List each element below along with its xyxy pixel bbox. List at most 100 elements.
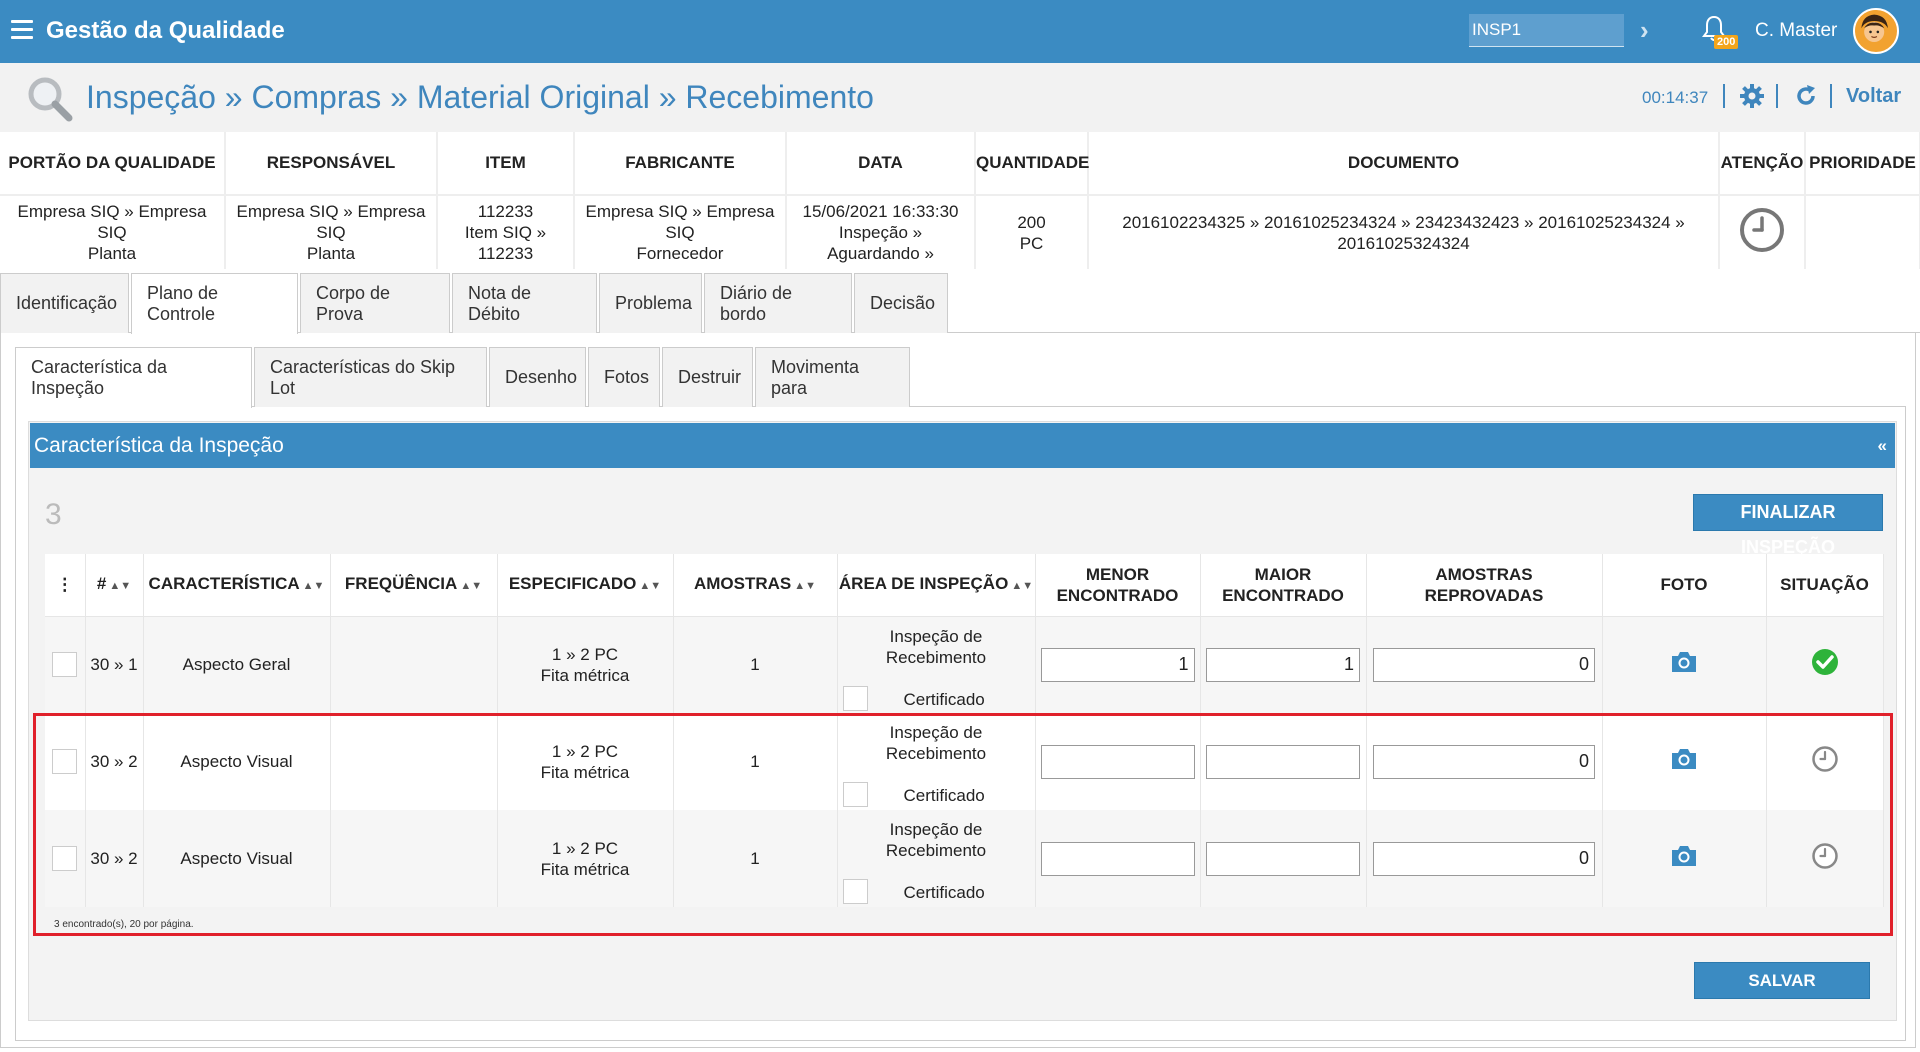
certificado-checkbox[interactable] (842, 879, 868, 904)
amostras-reprovadas-input[interactable] (1373, 744, 1595, 779)
certificado-label: Certificado (903, 689, 985, 709)
avatar[interactable] (1853, 8, 1899, 54)
table-row: 30 » 1 Aspecto Geral 1 » 2 PC Fita métric… (45, 616, 1884, 713)
app-title: Gestão da Qualidade (46, 17, 285, 44)
menor-encontrado-input[interactable] (1040, 744, 1195, 779)
row-especificado: 1 » 2 PC Fita métrica (497, 810, 674, 907)
tab-nota-de-debito[interactable]: Nota de Débito (452, 273, 597, 333)
check-circle-icon (1811, 649, 1838, 676)
save-button[interactable]: SALVAR (1694, 962, 1870, 999)
sort-icon[interactable]: ▲▼ (460, 580, 482, 592)
header-responsavel: RESPONSÁVEL (225, 132, 438, 196)
chevron-right-icon[interactable]: › (1640, 15, 1649, 46)
tab-identificacao[interactable]: Identificação (0, 273, 129, 333)
maior-encontrado-input[interactable] (1206, 744, 1360, 779)
certificado-checkbox[interactable] (842, 685, 868, 711)
top-bar: Gestão da Qualidade › 200 C. Master (0, 0, 1920, 63)
column-caracteristica[interactable]: CARACTERÍSTICA ▲▼ (143, 554, 331, 617)
quantidade-value: 200 PC (975, 195, 1089, 269)
kebab-menu-icon[interactable]: ⋮ (56, 575, 73, 594)
header-data: DATA (786, 132, 976, 196)
row-checkbox[interactable] (52, 749, 78, 774)
row-especificado: 1 » 2 PC Fita métrica (497, 616, 674, 713)
tab-destruir[interactable]: Destruir (662, 347, 753, 407)
sort-icon[interactable]: ▲▼ (1011, 580, 1033, 592)
divider (1723, 84, 1725, 108)
menu-icon[interactable] (11, 20, 33, 40)
amostras-reprovadas-input[interactable] (1373, 647, 1595, 682)
tab-fotos[interactable]: Fotos (588, 347, 660, 407)
column-amostras[interactable]: AMOSTRAS ▲▼ (673, 554, 838, 617)
column-menu[interactable]: ⋮ (45, 554, 86, 617)
tab-problema[interactable]: Problema (599, 273, 702, 333)
session-timer: 00:14:37 (1642, 88, 1709, 107)
section-header: Característica da Inspeção « (30, 423, 1895, 468)
table-row: 30 » 2 Aspecto Visual 1 » 2 PC Fita métri… (45, 713, 1884, 810)
camera-icon[interactable] (1670, 747, 1698, 771)
page-header: Inspeção » Compras » Material Original »… (0, 63, 1920, 132)
tab-caracteristica-inspecao[interactable]: Característica da Inspeção (15, 347, 252, 408)
column-situacao: SITUAÇÃO (1766, 554, 1884, 617)
clock-icon (1811, 843, 1838, 869)
tab-decisao[interactable]: Decisão (854, 273, 948, 333)
tab-plano-de-controle[interactable]: Plano de Controle (131, 273, 298, 334)
header-fabricante: FABRICANTE (574, 132, 787, 196)
row-num: 30 » 1 (85, 616, 144, 713)
table-row: 30 » 2 Aspecto Visual 1 » 2 PC Fita métri… (45, 810, 1884, 907)
clock-icon (1811, 746, 1838, 772)
header-documento: DOCUMENTO (1088, 132, 1720, 196)
refresh-icon[interactable] (1794, 84, 1818, 108)
header-quantidade: QUANTIDADE (975, 132, 1089, 196)
menor-encontrado-input[interactable] (1040, 647, 1195, 682)
tab-diario-de-bordo[interactable]: Diário de bordo (704, 273, 852, 333)
search-input[interactable] (1469, 14, 1624, 47)
finalize-inspection-button[interactable]: FINALIZAR INSPEÇÃO (1693, 494, 1883, 557)
camera-icon[interactable] (1670, 844, 1698, 868)
column-especificado[interactable]: ESPECIFICADO ▲▼ (497, 554, 674, 617)
row-area: Inspeção de Recebimento Certificado (837, 616, 1036, 713)
header-prioridade: PRIORIDADE (1805, 132, 1920, 196)
atencao-value (1719, 195, 1806, 269)
sort-icon[interactable]: ▲▼ (109, 580, 131, 592)
fabricante-value: Empresa SIQ » Empresa SIQ Fornecedor (574, 195, 787, 269)
menor-encontrado-input[interactable] (1040, 841, 1195, 876)
tab-movimenta-para[interactable]: Movimenta para (755, 347, 910, 407)
responsavel-value: Empresa SIQ » Empresa SIQ Planta (225, 195, 438, 269)
certificado-checkbox[interactable] (842, 782, 868, 807)
prioridade-value (1805, 195, 1920, 269)
row-caracteristica: Aspecto Visual (143, 810, 331, 907)
maior-encontrado-input[interactable] (1206, 841, 1360, 876)
sort-icon[interactable]: ▲▼ (639, 580, 661, 592)
row-amostras: 1 (673, 810, 838, 907)
tab-desenho[interactable]: Desenho (489, 347, 586, 407)
maior-encontrado-input[interactable] (1206, 647, 1360, 682)
breadcrumb: Inspeção » Compras » Material Original »… (86, 79, 874, 115)
gear-icon[interactable] (1740, 84, 1764, 108)
camera-icon[interactable] (1670, 650, 1698, 674)
user-name[interactable]: C. Master (1755, 20, 1837, 42)
row-caracteristica: Aspecto Geral (143, 616, 331, 713)
row-checkbox[interactable] (52, 846, 78, 871)
sort-icon[interactable]: ▲▼ (794, 580, 816, 592)
column-area[interactable]: ÁREA DE INSPEÇÃO ▲▼ (837, 554, 1036, 617)
row-checkbox[interactable] (52, 652, 78, 678)
column-maior: MAIOR ENCONTRADO (1200, 554, 1367, 617)
amostras-reprovadas-input[interactable] (1373, 841, 1595, 876)
header-atencao: ATENÇÃO (1719, 132, 1806, 196)
divider (1830, 84, 1832, 108)
tab-corpo-de-prova[interactable]: Corpo de Prova (300, 273, 450, 333)
column-foto: FOTO (1602, 554, 1767, 617)
record-count: 3 (45, 498, 62, 531)
row-frequencia (330, 810, 498, 907)
back-link[interactable]: Voltar (1846, 85, 1901, 108)
sort-icon[interactable]: ▲▼ (303, 580, 325, 592)
row-area: Inspeção de Recebimento Certificado (837, 810, 1036, 907)
inspection-info-table: PORTÃO DA QUALIDADE RESPONSÁVEL ITEM FAB… (0, 132, 1920, 269)
column-num[interactable]: # ▲▼ (85, 554, 144, 617)
item-value: 112233 Item SIQ » 112233 (437, 195, 575, 269)
tab-skip-lot[interactable]: Características do Skip Lot (254, 347, 487, 407)
row-amostras: 1 (673, 616, 838, 713)
collapse-icon[interactable]: « (1878, 436, 1887, 456)
column-frequencia[interactable]: FREQÜÊNCIA ▲▼ (330, 554, 498, 617)
main-tabs: Identificação Plano de Controle Corpo de… (0, 273, 950, 334)
